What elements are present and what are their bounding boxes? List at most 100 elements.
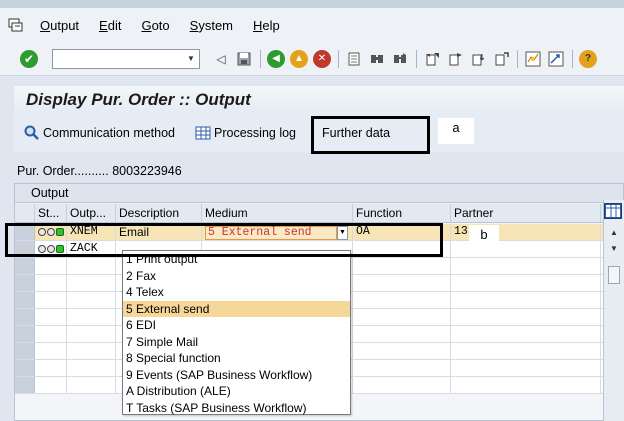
- menu-edit[interactable]: Edit: [99, 18, 121, 33]
- empty-cell: [35, 309, 67, 325]
- grid-vertical-scrollbar[interactable]: ▲ ▼: [603, 200, 624, 421]
- menu-output[interactable]: Output: [40, 18, 79, 33]
- column-header-output-type[interactable]: Outp...: [67, 204, 116, 222]
- cancel-icon[interactable]: ✕: [313, 49, 331, 68]
- toolbar-separator: [338, 49, 339, 68]
- magnifier-icon: [24, 125, 40, 141]
- empty-cell: [67, 258, 116, 274]
- back-icon[interactable]: ◁: [212, 50, 230, 68]
- empty-cell: [451, 360, 601, 376]
- shortcut-icon[interactable]: [547, 50, 565, 68]
- menu-help[interactable]: Help: [253, 18, 280, 33]
- dropdown-option[interactable]: 8 Special function: [123, 350, 350, 367]
- page-title: Display Pur. Order :: Output: [26, 90, 251, 109]
- row-selector-header[interactable]: [15, 204, 35, 222]
- dropdown-option[interactable]: 6 EDI: [123, 317, 350, 334]
- empty-cell: [451, 309, 601, 325]
- find-icon[interactable]: [368, 50, 386, 68]
- toolbar-separator: [517, 49, 518, 68]
- grid-header: St... Outp... Description Medium Functio…: [15, 204, 623, 223]
- callout-label-b: b: [469, 225, 499, 255]
- row-selector[interactable]: [15, 309, 35, 325]
- purchase-order-line: Pur. Order.......... 8003223946: [17, 164, 182, 178]
- row-selector[interactable]: [15, 258, 35, 274]
- grid-title: Output: [15, 184, 623, 203]
- empty-cell: [35, 360, 67, 376]
- menu-goto-label: oto: [151, 17, 170, 33]
- column-header-description[interactable]: Description: [116, 204, 202, 222]
- callout-b-text: b: [480, 227, 488, 242]
- empty-cell: [67, 326, 116, 342]
- scroll-up-icon[interactable]: ▲: [604, 224, 624, 240]
- row-selector[interactable]: [15, 275, 35, 291]
- empty-cell: [67, 275, 116, 291]
- dropdown-option-selected[interactable]: 5 External send: [123, 300, 350, 317]
- command-input[interactable]: [53, 49, 183, 68]
- menu-help-label: elp: [262, 17, 280, 33]
- chevron-down-icon[interactable]: ▼: [185, 52, 197, 66]
- communication-method-label: Communication method: [43, 126, 176, 140]
- exit-icon[interactable]: ▲: [290, 49, 308, 68]
- create-session-icon[interactable]: [524, 50, 542, 68]
- dropdown-option[interactable]: 9 Events (SAP Business Workflow): [123, 367, 350, 384]
- menu-edit-label: dit: [107, 17, 122, 33]
- table-grid-icon: [195, 125, 211, 141]
- row-selector[interactable]: [15, 343, 35, 359]
- menu-system[interactable]: System: [190, 18, 233, 33]
- last-page-icon[interactable]: [492, 50, 510, 68]
- screen-title-bar: Display Pur. Order :: Output: [14, 86, 624, 114]
- toolbar-separator: [572, 49, 573, 68]
- empty-cell: [451, 292, 601, 308]
- row-selector[interactable]: [15, 360, 35, 376]
- empty-cell: [67, 309, 116, 325]
- empty-cell: [67, 360, 116, 376]
- communication-method-button[interactable]: Communication method: [24, 125, 175, 141]
- scroll-down-icon[interactable]: ▼: [604, 240, 624, 256]
- menu-bar: Output Edit Goto System Help: [0, 8, 624, 42]
- next-page-icon[interactable]: [469, 50, 487, 68]
- callout-a-text: a: [452, 120, 460, 135]
- row-selector[interactable]: [15, 326, 35, 342]
- grid-settings-icon[interactable]: [604, 203, 622, 219]
- processing-log-button[interactable]: Processing log: [195, 125, 296, 141]
- window-menu-icon[interactable]: [6, 17, 26, 33]
- empty-cell: [67, 377, 116, 393]
- command-field[interactable]: ▼: [52, 48, 200, 69]
- empty-cell: [353, 275, 451, 291]
- dropdown-option[interactable]: T Tasks (SAP Business Workflow): [123, 400, 350, 417]
- empty-cell: [35, 377, 67, 393]
- dropdown-option[interactable]: A Distribution (ALE): [123, 383, 350, 400]
- empty-cell: [353, 377, 451, 393]
- empty-cell: [67, 292, 116, 308]
- purchase-order-label: Pur. Order..........: [17, 164, 109, 178]
- enter-icon[interactable]: ✔: [20, 49, 38, 68]
- empty-cell: [35, 326, 67, 342]
- first-page-icon[interactable]: [423, 50, 441, 68]
- back-nav-icon[interactable]: ◀: [267, 49, 285, 68]
- processing-log-label: Processing log: [214, 126, 297, 140]
- empty-cell: [353, 343, 451, 359]
- scrollbar-thumb[interactable]: [608, 266, 620, 284]
- find-next-icon[interactable]: [391, 50, 409, 68]
- dropdown-option[interactable]: 7 Simple Mail: [123, 334, 350, 351]
- empty-cell: [451, 258, 601, 274]
- column-header-medium[interactable]: Medium: [202, 204, 353, 222]
- column-header-status[interactable]: St...: [35, 204, 67, 222]
- row-selector[interactable]: [15, 377, 35, 393]
- save-icon[interactable]: [235, 50, 253, 68]
- toolbar-separator: [416, 49, 417, 68]
- dropdown-option[interactable]: 4 Telex: [123, 284, 350, 301]
- dropdown-option[interactable]: 2 Fax: [123, 268, 350, 285]
- column-header-partner[interactable]: Partner: [451, 204, 601, 222]
- help-icon[interactable]: ?: [579, 49, 597, 68]
- menu-goto[interactable]: Goto: [141, 18, 169, 33]
- previous-page-icon[interactable]: [446, 50, 464, 68]
- print-icon[interactable]: [345, 50, 363, 68]
- empty-cell: [451, 326, 601, 342]
- empty-cell: [67, 343, 116, 359]
- row-selector[interactable]: [15, 292, 35, 308]
- callout-box-a: [311, 116, 430, 154]
- column-header-function[interactable]: Function: [353, 204, 451, 222]
- empty-cell: [35, 343, 67, 359]
- empty-cell: [35, 292, 67, 308]
